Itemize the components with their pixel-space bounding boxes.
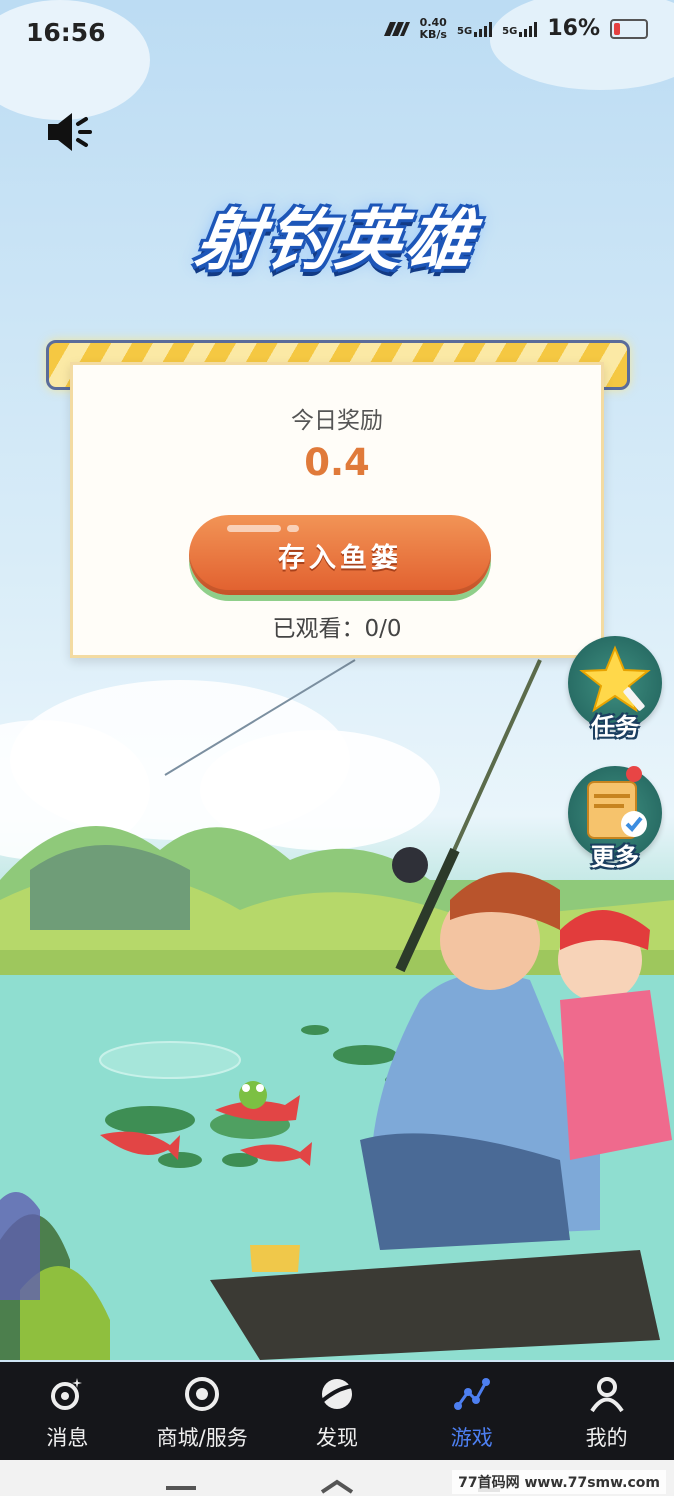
- nav-item-profile[interactable]: 我的: [539, 1362, 674, 1460]
- nav-label: 商城/服务: [156, 1426, 248, 1450]
- signal-2: 5G: [502, 21, 538, 37]
- deposit-button[interactable]: 存入鱼篓: [189, 515, 491, 595]
- network-speed-unit: KB/s: [419, 27, 447, 41]
- game-title: 射钓英雄: [190, 202, 482, 279]
- network-type-2: 5G: [502, 25, 518, 37]
- tasks-label: 任务: [591, 713, 639, 741]
- signal-1: 5G: [456, 21, 493, 37]
- network-speed-value: 0.40: [419, 15, 447, 29]
- network-type-1: 5G: [456, 25, 473, 37]
- home-icon: [320, 1479, 354, 1494]
- nav-label: 消息: [46, 1426, 89, 1450]
- mall-ring-icon: [185, 1377, 220, 1411]
- menu-icon: [166, 1486, 196, 1490]
- sound-toggle-button[interactable]: [44, 110, 94, 154]
- status-indicators: 0.40 KB/s 5G 5G 16%: [382, 15, 648, 41]
- signal-bars-icon: [474, 21, 493, 37]
- nav-item-discover[interactable]: 发现: [270, 1362, 405, 1460]
- nav-item-games[interactable]: 游戏: [404, 1362, 539, 1460]
- signal-bars-icon: [519, 21, 538, 37]
- speaker-icon: [48, 113, 92, 151]
- reward-value: 0.4: [304, 441, 370, 484]
- game-logo: 射钓英雄: [132, 180, 542, 290]
- button-shine: [227, 525, 281, 532]
- battery-icon: [610, 18, 648, 39]
- game-chart-icon: [453, 1378, 490, 1410]
- reward-card: 今日奖励 0.4 存入鱼篓 已观看：0/0: [70, 362, 604, 658]
- more-button[interactable]: 更多: [568, 766, 662, 871]
- battery-percent: 16%: [547, 16, 600, 41]
- watched-count: 已观看：0/0: [272, 616, 402, 642]
- nav-label: 我的: [585, 1426, 628, 1450]
- deposit-button-label: 存入鱼篓: [278, 542, 402, 574]
- network-speed: 0.40 KB/s: [419, 15, 447, 41]
- bottom-nav: 消息 商城/服务 发现 游戏 我的: [0, 1362, 674, 1460]
- button-shine: [287, 525, 299, 532]
- reward-label: 今日奖励: [291, 408, 383, 434]
- game-scene: 16:56 0.40 KB/s 5G 5G 16% 射钓英雄 今日奖励 0.4 …: [0, 0, 674, 1360]
- message-planet-icon: [51, 1378, 83, 1410]
- status-bar: 16:56 0.40 KB/s 5G 5G 16%: [0, 0, 674, 70]
- more-label: 更多: [591, 843, 639, 871]
- nav-label: 游戏: [450, 1426, 493, 1450]
- profile-icon: [589, 1377, 624, 1413]
- nav-label: 发现: [315, 1426, 358, 1450]
- watermark: 77首码网 www.77smw.com: [452, 1470, 666, 1494]
- nav-item-messages[interactable]: 消息: [0, 1362, 135, 1460]
- discover-planet-icon: [319, 1379, 354, 1409]
- tasks-button[interactable]: 任务: [568, 636, 662, 741]
- status-time: 16:56: [26, 18, 106, 47]
- nav-item-mall[interactable]: 商城/服务: [135, 1362, 270, 1460]
- nfc-icon: [383, 21, 410, 36]
